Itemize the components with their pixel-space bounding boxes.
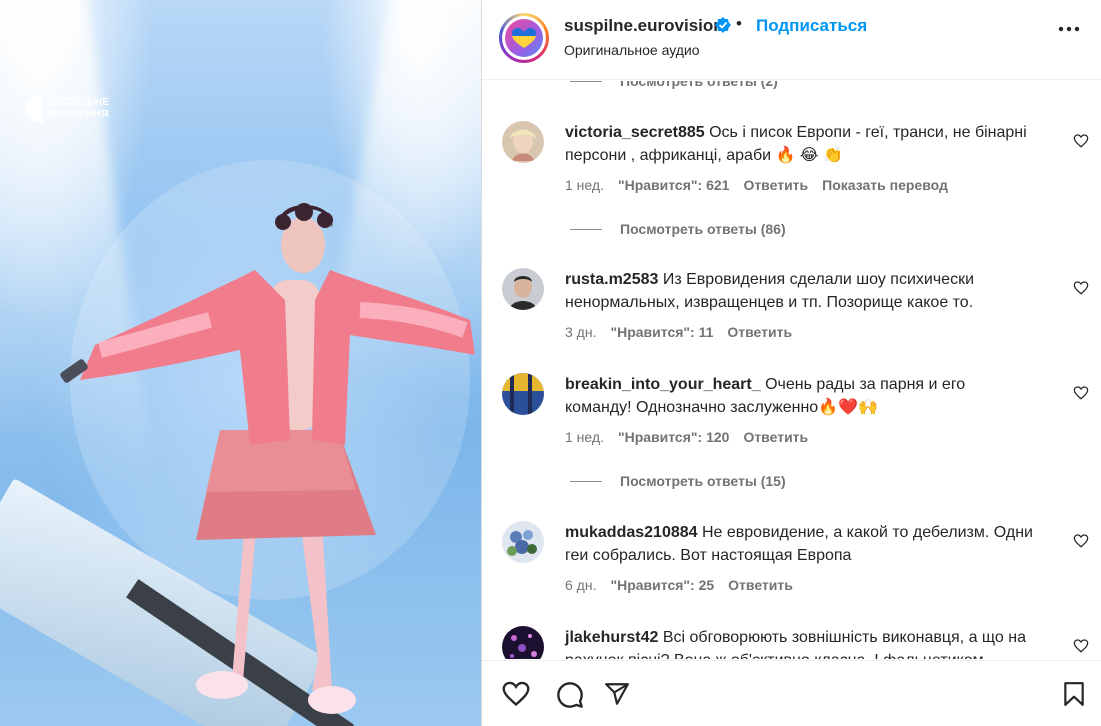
comment-meta: 3 дн. "Нравится": 11 Ответить — [565, 324, 792, 340]
post-actions-bar — [482, 660, 1101, 726]
comment-time[interactable]: 1 нед. — [565, 177, 604, 193]
show-translation-button[interactable]: Показать перевод — [822, 177, 948, 193]
more-options-icon[interactable] — [1058, 26, 1080, 32]
comment-meta: 1 нед. "Нравится": 621 Ответить Показать… — [565, 177, 948, 193]
reel-video[interactable]: СУСПІЛЬНЕ МОВЛЕННЯ — [0, 0, 481, 726]
view-replies-button[interactable]: Посмотреть ответы (86) — [570, 221, 786, 237]
commenter-avatar[interactable] — [502, 268, 544, 310]
comment-icon[interactable] — [556, 681, 584, 709]
original-audio-link[interactable]: Оригинальное аудио — [564, 42, 700, 58]
comment-meta: 6 дн. "Нравится": 25 Ответить — [565, 577, 793, 593]
like-comment-icon[interactable] — [1073, 386, 1089, 400]
comment-time[interactable]: 6 дн. — [565, 577, 596, 593]
heart-flag-icon — [512, 28, 536, 48]
comment-meta: 1 нед. "Нравится": 120 Ответить — [565, 429, 808, 445]
account-avatar[interactable] — [499, 13, 549, 63]
commenter-avatar[interactable] — [502, 121, 544, 163]
share-icon[interactable] — [604, 681, 630, 707]
reply-button[interactable]: Ответить — [743, 177, 808, 193]
view-replies-button[interactable]: Посмотреть ответы (2) — [570, 81, 778, 89]
logo-mark-icon — [26, 95, 42, 123]
reply-button[interactable]: Ответить — [743, 429, 808, 445]
post-header: suspilne.eurovision • Подписаться Оригин… — [482, 0, 1101, 80]
commenter-avatar[interactable] — [502, 521, 544, 563]
post-panel: suspilne.eurovision • Подписаться Оригин… — [481, 0, 1101, 726]
commenter-avatar[interactable] — [502, 626, 544, 659]
comment-likes[interactable]: "Нравится": 25 — [610, 577, 714, 593]
follow-button[interactable]: Подписаться — [756, 16, 867, 36]
comment-username[interactable]: victoria_secret885 — [565, 124, 705, 141]
separator-dot: • — [736, 14, 742, 33]
like-comment-icon[interactable] — [1073, 639, 1089, 653]
suspilne-logo: СУСПІЛЬНЕ МОВЛЕННЯ — [26, 95, 109, 123]
commenter-avatar[interactable] — [502, 373, 544, 415]
comment-username[interactable]: rusta.m2583 — [565, 271, 658, 288]
replies-divider — [570, 228, 602, 230]
comment-time[interactable]: 3 дн. — [565, 324, 596, 340]
account-username[interactable]: suspilne.eurovision — [564, 16, 724, 36]
comment-likes[interactable]: "Нравится": 621 — [618, 177, 729, 193]
view-replies-button[interactable]: Посмотреть ответы (15) — [570, 473, 786, 489]
verified-badge-icon — [715, 17, 731, 33]
like-comment-icon[interactable] — [1073, 281, 1089, 295]
logo-line1: СУСПІЛЬНЕ — [48, 97, 110, 108]
comment-time[interactable]: 1 нед. — [565, 429, 604, 445]
like-post-icon[interactable] — [502, 681, 530, 707]
comments-list[interactable]: Посмотреть ответы (2) victoria_secret885… — [482, 81, 1101, 659]
logo-line2: МОВЛЕННЯ — [48, 109, 109, 120]
comment-username[interactable]: jlakehurst42 — [565, 629, 658, 646]
comment-likes[interactable]: "Нравится": 120 — [618, 429, 729, 445]
replies-divider — [570, 480, 602, 482]
reply-button[interactable]: Ответить — [728, 577, 793, 593]
replies-divider — [570, 81, 602, 82]
reply-button[interactable]: Ответить — [727, 324, 792, 340]
comment-username[interactable]: breakin_into_your_heart_ — [565, 376, 761, 393]
comment-username[interactable]: mukaddas210884 — [565, 524, 698, 541]
comment-likes[interactable]: "Нравится": 11 — [610, 324, 713, 340]
like-comment-icon[interactable] — [1073, 134, 1089, 148]
like-comment-icon[interactable] — [1073, 534, 1089, 548]
save-bookmark-icon[interactable] — [1062, 681, 1086, 707]
